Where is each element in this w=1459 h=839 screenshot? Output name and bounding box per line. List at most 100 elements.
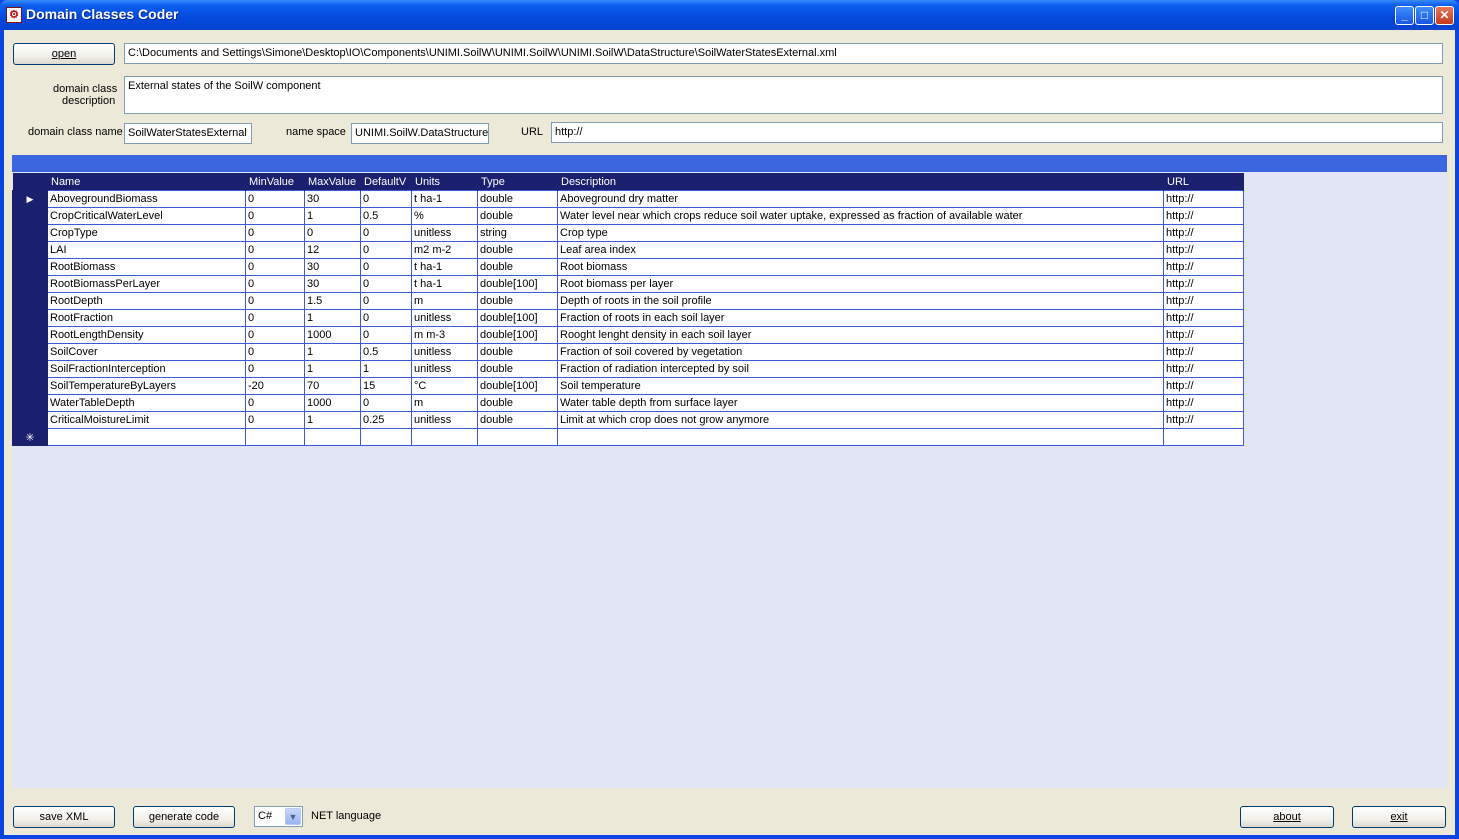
grid-cell[interactable]: SoilFractionInterception xyxy=(47,360,246,378)
grid-cell[interactable]: CropCriticalWaterLevel xyxy=(47,207,246,225)
grid-cell[interactable]: CropType xyxy=(47,224,246,242)
grid-cell[interactable]: 0 xyxy=(245,190,305,208)
grid-cell[interactable]: 0 xyxy=(360,326,412,344)
description-field[interactable]: External states of the SoilW component xyxy=(124,76,1443,114)
grid-cell[interactable]: % xyxy=(411,207,478,225)
grid-cell[interactable]: Root biomass per layer xyxy=(557,275,1164,293)
minimize-button[interactable]: _ xyxy=(1395,6,1414,25)
grid-cell[interactable]: string xyxy=(477,224,558,242)
grid-cell[interactable]: unitless xyxy=(411,343,478,361)
grid-cell[interactable]: 1 xyxy=(304,309,361,327)
grid-cell[interactable]: 1 xyxy=(304,411,361,429)
grid-cell[interactable]: LAI xyxy=(47,241,246,259)
row-header[interactable] xyxy=(12,411,48,429)
column-header[interactable]: URL xyxy=(1163,173,1244,191)
grid-cell[interactable]: 0 xyxy=(304,224,361,242)
grid-cell[interactable]: http:// xyxy=(1163,241,1244,259)
grid-cell[interactable]: 1000 xyxy=(304,326,361,344)
generate-code-button[interactable]: generate code xyxy=(133,806,235,828)
grid-cell[interactable]: m xyxy=(411,292,478,310)
grid-cell[interactable]: °C xyxy=(411,377,478,395)
grid-cell[interactable]: t ha-1 xyxy=(411,190,478,208)
row-header-corner[interactable] xyxy=(12,173,48,191)
grid-cell[interactable]: unitless xyxy=(411,224,478,242)
table-row[interactable]: RootBiomass 0 30 0 t ha-1 double Root biomass h… xyxy=(12,258,1244,276)
column-header[interactable]: Name xyxy=(47,173,246,191)
grid-cell[interactable]: WaterTableDepth xyxy=(47,394,246,412)
grid-cell[interactable]: double xyxy=(477,343,558,361)
grid-cell[interactable]: 30 xyxy=(304,258,361,276)
chevron-down-icon[interactable]: ▼ xyxy=(285,808,301,825)
table-row[interactable]: SoilTemperatureByLayers -20 70 15 °C double[1… xyxy=(12,377,1244,395)
table-row[interactable]: RootFraction 0 1 0 unitless double[100] Fracti… xyxy=(12,309,1244,327)
table-row[interactable]: CropCriticalWaterLevel 0 1 0.5% double Water … xyxy=(12,207,1244,225)
grid-cell[interactable]: RootFraction xyxy=(47,309,246,327)
table-row[interactable]: RootLengthDensity 0 1000 0 m m-3 double[100] R… xyxy=(12,326,1244,344)
app-icon[interactable]: ⚙ xyxy=(6,7,22,23)
grid-cell[interactable]: Limit at which crop does not grow anymor… xyxy=(557,411,1164,429)
table-row[interactable]: SoilFractionInterception 0 1 1 unitless doubl… xyxy=(12,360,1244,378)
row-header[interactable] xyxy=(12,207,48,225)
grid-cell[interactable]: -20 xyxy=(245,377,305,395)
grid-cell[interactable]: 0 xyxy=(360,241,412,259)
grid-cell[interactable]: Rooght lenght density in each soil layer xyxy=(557,326,1164,344)
grid-cell[interactable]: Fraction of soil covered by vegetation xyxy=(557,343,1164,361)
grid-cell[interactable]: Water table depth from surface layer xyxy=(557,394,1164,412)
grid-cell[interactable]: 0 xyxy=(245,207,305,225)
grid-cell[interactable]: http:// xyxy=(1163,224,1244,242)
grid-cell[interactable]: 0 xyxy=(245,411,305,429)
grid-cell[interactable]: 0 xyxy=(245,275,305,293)
namespace-field[interactable]: UNIMI.SoilW.DataStructure xyxy=(351,123,489,144)
row-header[interactable] xyxy=(12,224,48,242)
row-header[interactable]: ▶ xyxy=(12,190,48,208)
table-row[interactable]: RootBiomassPerLayer 0 30 0 t ha-1 double[100]… xyxy=(12,275,1244,293)
grid-cell[interactable]: 0 xyxy=(245,241,305,259)
grid-cell[interactable]: Fraction of radiation intercepted by soi… xyxy=(557,360,1164,378)
grid-cell[interactable]: 1 xyxy=(304,360,361,378)
grid-cell[interactable]: double xyxy=(477,207,558,225)
grid-cell[interactable] xyxy=(360,428,412,446)
grid-cell[interactable]: 0.5 xyxy=(360,207,412,225)
grid-cell[interactable]: 0 xyxy=(245,258,305,276)
variables-grid[interactable]: Name MinValue MaxValue DefaultV Units Ty… xyxy=(12,173,1244,446)
column-header[interactable]: DefaultV xyxy=(360,173,412,191)
grid-cell[interactable]: 0.25 xyxy=(360,411,412,429)
grid-cell[interactable]: 1 xyxy=(304,343,361,361)
table-row[interactable]: RootDepth 0 1.5 0 m double Depth of roots in t… xyxy=(12,292,1244,310)
row-header[interactable] xyxy=(12,241,48,259)
grid-cell[interactable]: 1000 xyxy=(304,394,361,412)
row-header[interactable] xyxy=(12,292,48,310)
grid-cell[interactable]: double xyxy=(477,360,558,378)
grid-cell[interactable] xyxy=(477,428,558,446)
grid-cell[interactable]: 0 xyxy=(245,326,305,344)
table-row[interactable]: CriticalMoistureLimit 0 1 0.25 unitless doubl… xyxy=(12,411,1244,429)
close-button[interactable]: ✕ xyxy=(1435,6,1454,25)
row-header[interactable] xyxy=(12,309,48,327)
grid-cell[interactable]: Leaf area index xyxy=(557,241,1164,259)
grid-cell[interactable]: Depth of roots in the soil profile xyxy=(557,292,1164,310)
grid-cell[interactable] xyxy=(411,428,478,446)
grid-cell[interactable]: Soil temperature xyxy=(557,377,1164,395)
grid-cell[interactable]: 0 xyxy=(245,394,305,412)
grid-cell[interactable]: unitless xyxy=(411,309,478,327)
grid-cell[interactable]: RootDepth xyxy=(47,292,246,310)
grid-cell[interactable]: double xyxy=(477,292,558,310)
grid-cell[interactable]: double[100] xyxy=(477,377,558,395)
grid-cell[interactable]: http:// xyxy=(1163,377,1244,395)
grid-cell[interactable] xyxy=(1163,428,1244,446)
row-header[interactable] xyxy=(12,326,48,344)
grid-cell[interactable]: 1 xyxy=(360,360,412,378)
grid-cell[interactable]: m xyxy=(411,394,478,412)
grid-cell[interactable]: unitless xyxy=(411,411,478,429)
grid-cell[interactable]: 0 xyxy=(360,292,412,310)
grid-cell[interactable]: Aboveground dry matter xyxy=(557,190,1164,208)
grid-cell[interactable]: double xyxy=(477,190,558,208)
grid-cell[interactable]: 0.5 xyxy=(360,343,412,361)
grid-cell[interactable]: Fraction of roots in each soil layer xyxy=(557,309,1164,327)
column-header[interactable]: Type xyxy=(477,173,558,191)
grid-cell[interactable]: 70 xyxy=(304,377,361,395)
grid-cell[interactable]: 0 xyxy=(360,258,412,276)
data-grid-area[interactable]: Name MinValue MaxValue DefaultV Units Ty… xyxy=(12,155,1447,788)
language-select[interactable]: C# ▼ xyxy=(254,806,303,827)
grid-cell[interactable]: 0 xyxy=(360,309,412,327)
